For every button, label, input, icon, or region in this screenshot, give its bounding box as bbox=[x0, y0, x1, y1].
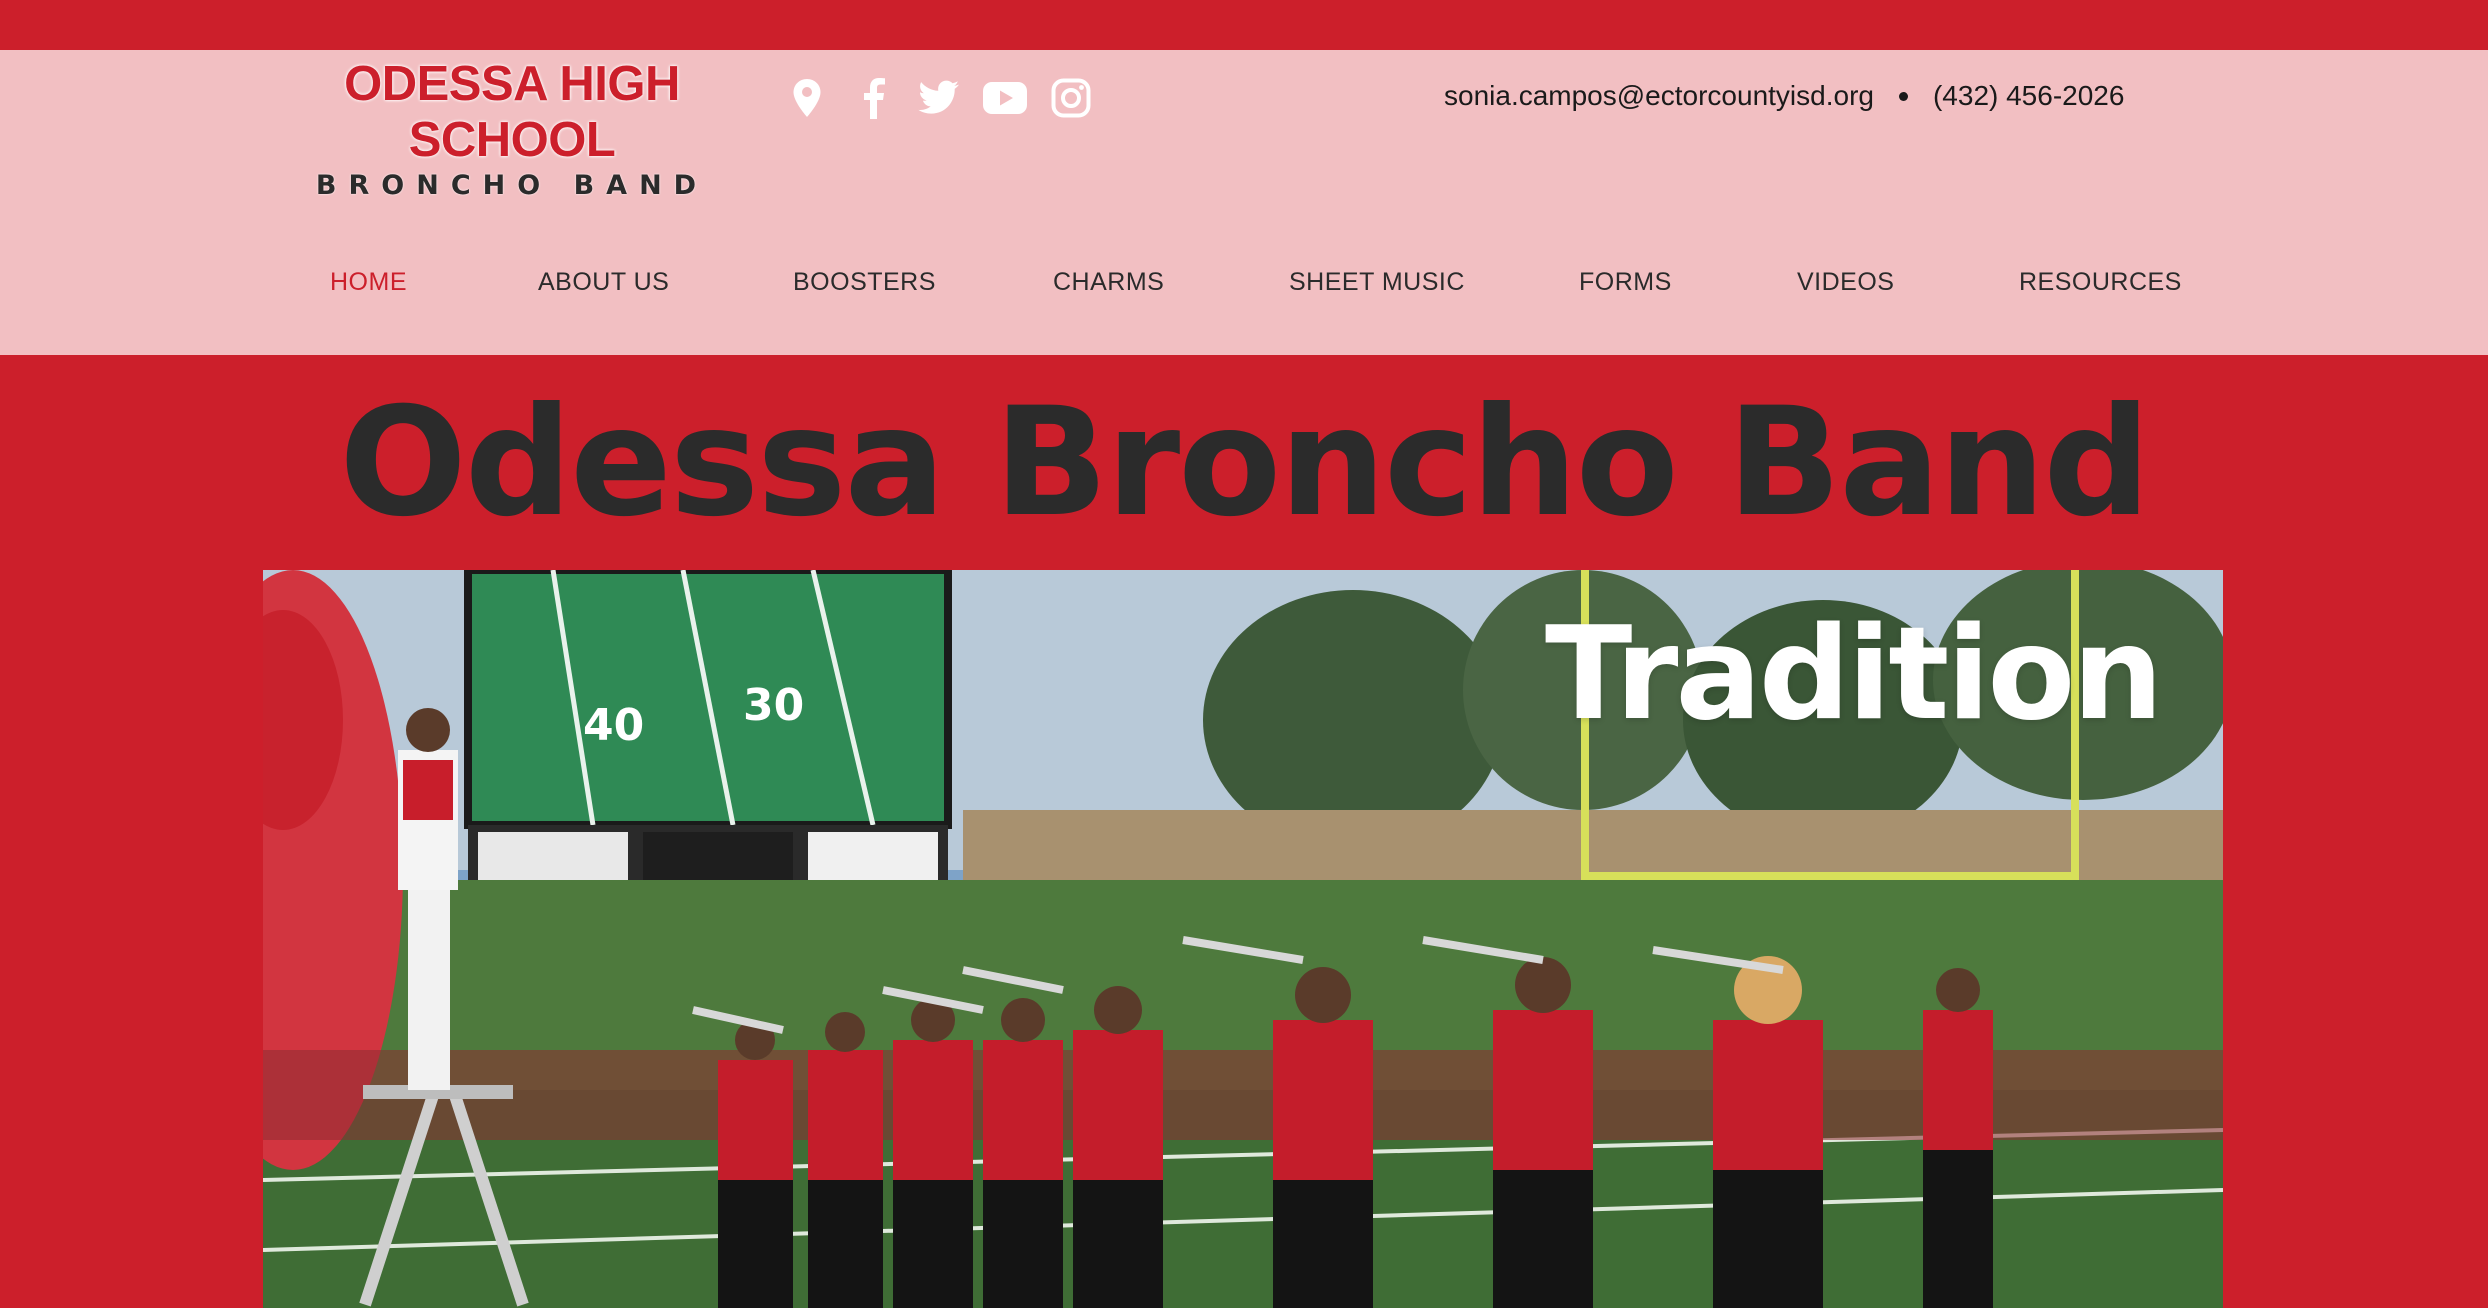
nav-item-forms[interactable]: FORMS bbox=[1579, 268, 1672, 297]
facebook-icon[interactable] bbox=[851, 76, 895, 120]
twitter-icon[interactable] bbox=[917, 76, 961, 120]
nav-item-videos[interactable]: VIDEOS bbox=[1797, 268, 1894, 297]
nav-item-resources[interactable]: RESOURCES bbox=[2019, 268, 2182, 297]
contact-email-link[interactable]: sonia.campos@ectorcountyisd.org bbox=[1444, 80, 1874, 112]
top-accent-bar bbox=[0, 0, 2488, 50]
nav-item-sheet-music[interactable]: SHEET MUSIC bbox=[1289, 268, 1465, 297]
page-title: Odessa Broncho Band bbox=[339, 376, 2150, 550]
nav-item-boosters[interactable]: BOOSTERS bbox=[793, 268, 936, 297]
main-navigation: HOME ABOUT US BOOSTERS CHARMS SHEET MUSI… bbox=[0, 268, 2488, 308]
nav-item-about-us[interactable]: ABOUT US bbox=[538, 268, 669, 297]
svg-text:40: 40 bbox=[583, 700, 644, 751]
separator-dot bbox=[1898, 91, 1908, 101]
contact-phone-link[interactable]: (432) 456-2026 bbox=[1933, 80, 2124, 112]
contact-info: sonia.campos@ectorcountyisd.org (432) 45… bbox=[1444, 80, 2124, 112]
logo-school-name: ODESSA HIGH SCHOOL bbox=[344, 57, 680, 167]
instagram-icon[interactable] bbox=[1049, 76, 1093, 120]
nav-item-home[interactable]: HOME bbox=[330, 268, 407, 297]
site-logo[interactable]: ODESSA HIGH SCHOOL BRONCHO BAND bbox=[262, 56, 762, 202]
nav-item-charms[interactable]: CHARMS bbox=[1053, 268, 1164, 297]
photo-caption-text: Tradition bbox=[1545, 600, 2163, 749]
svg-text:30: 30 bbox=[743, 680, 804, 731]
social-links bbox=[785, 76, 1093, 120]
map-pin-icon[interactable] bbox=[785, 76, 829, 120]
youtube-icon[interactable] bbox=[983, 76, 1027, 120]
logo-band-name: BRONCHO BAND bbox=[315, 170, 709, 201]
